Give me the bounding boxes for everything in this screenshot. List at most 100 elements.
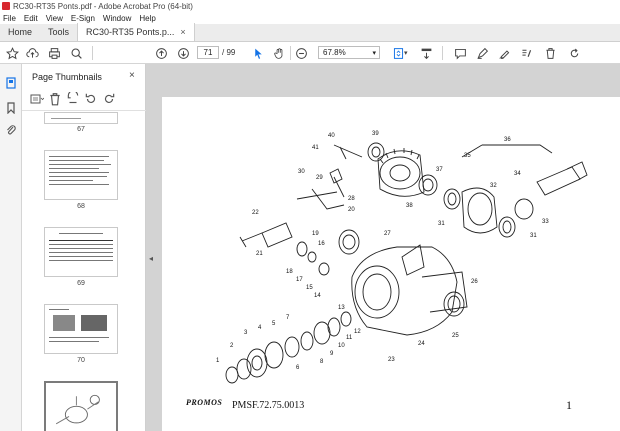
stamp-icon[interactable] — [520, 46, 533, 60]
scroll-mode-icon[interactable] — [420, 46, 433, 60]
acrobat-app-icon — [2, 2, 10, 10]
insert-page-icon[interactable] — [66, 92, 80, 105]
toolbar-separator — [92, 46, 93, 60]
callout-label: 15 — [306, 285, 313, 291]
callout-label: 32 — [490, 183, 497, 189]
callout-label: 40 — [328, 133, 335, 139]
callout-label: 17 — [296, 277, 303, 283]
hand-tool-icon[interactable] — [273, 46, 286, 60]
callout-label: 12 — [354, 329, 361, 335]
page-thumbnail-69[interactable] — [44, 227, 118, 277]
attachments-paperclip-icon[interactable] — [5, 124, 17, 136]
callout-label: 39 — [372, 131, 379, 137]
callout-label: 21 — [256, 251, 263, 257]
callout-label: 4 — [258, 325, 262, 331]
page-thumbnail-70[interactable] — [44, 304, 118, 354]
page-thumbnail-71-selected[interactable] — [44, 381, 118, 431]
thumbnail-tools — [30, 92, 120, 106]
panel-divider — [22, 110, 146, 111]
page-number-input[interactable]: 71 — [197, 46, 219, 59]
chevron-down-icon: ▾ — [372, 49, 376, 57]
callout-label: 10 — [338, 343, 345, 349]
callout-label: 22 — [252, 210, 259, 216]
menu-view[interactable]: View — [46, 14, 63, 23]
callout-label: 41 — [312, 145, 319, 151]
page-number-print: 1 — [566, 398, 572, 412]
rotate-icon[interactable] — [568, 46, 581, 60]
zoom-level-select[interactable]: 67.8% ▾ — [318, 46, 380, 59]
thumbnail-image — [53, 315, 75, 331]
callout-label: 2 — [230, 343, 234, 349]
comment-icon[interactable] — [454, 46, 467, 60]
callout-label: 30 — [298, 169, 305, 175]
callout-label: 9 — [330, 351, 334, 357]
menu-window[interactable]: Window — [103, 14, 131, 23]
callout-label: 20 — [348, 207, 355, 213]
delete-trash-icon[interactable] — [544, 46, 557, 60]
navigation-pane-strip — [0, 64, 22, 431]
tab-tools[interactable]: Tools — [40, 23, 77, 41]
tab-document-label: RC30-RT35 Ponts.p... — [86, 27, 175, 37]
delete-page-trash-icon[interactable] — [48, 93, 62, 106]
callout-label: 16 — [318, 241, 325, 247]
callout-label: 25 — [452, 333, 459, 339]
collapse-panel-arrow-icon[interactable]: ◂ — [149, 254, 153, 263]
page-thumbnail-67[interactable] — [44, 112, 118, 124]
thumbnail-label: 68 — [77, 203, 85, 210]
menu-esign[interactable]: E-Sign — [71, 14, 95, 23]
document-code: PMSF.72.75.0013 — [232, 400, 305, 411]
zoom-out-icon[interactable] — [295, 46, 308, 60]
select-cursor-icon[interactable] — [252, 46, 265, 60]
callout-label: 1 — [216, 358, 220, 364]
menu-edit[interactable]: Edit — [24, 14, 38, 23]
upload-cloud-icon[interactable] — [26, 46, 39, 60]
callout-label: 13 — [338, 305, 345, 311]
tab-home[interactable]: Home — [0, 23, 40, 41]
tab-document[interactable]: RC30-RT35 Ponts.p... × — [77, 23, 195, 41]
callout-label: 37 — [436, 167, 443, 173]
callout-label: 14 — [314, 293, 321, 299]
callout-label: 31 — [438, 221, 445, 227]
highlight-pen-icon[interactable] — [476, 46, 489, 60]
chevron-down-icon[interactable]: ▾ — [404, 46, 408, 60]
thumbnail-label: 67 — [77, 126, 85, 133]
close-panel-icon[interactable]: × — [129, 70, 135, 81]
callout-label: 3 — [244, 330, 248, 336]
callout-label: 27 — [384, 231, 391, 237]
next-page-icon[interactable] — [177, 46, 190, 60]
toolbar-separator — [442, 46, 443, 60]
search-icon[interactable] — [70, 46, 83, 60]
callout-label: 34 — [514, 171, 521, 177]
main-toolbar: 71 / 99 67.8% ▾ ▾ — [0, 42, 620, 64]
thumbnail-label: 69 — [77, 280, 85, 287]
callout-label: 28 — [348, 196, 355, 202]
menu-help[interactable]: Help — [139, 14, 155, 23]
page-thumbnail-68[interactable] — [44, 150, 118, 200]
tab-bar: Home Tools RC30-RT35 Ponts.p... × — [0, 23, 620, 42]
bookmark-star-icon[interactable] — [6, 46, 19, 60]
previous-page-icon[interactable] — [155, 46, 168, 60]
promos-logo: PROMOS — [186, 398, 223, 407]
print-icon[interactable] — [48, 46, 61, 60]
sign-pen-icon[interactable] — [498, 46, 511, 60]
bookmarks-icon[interactable] — [5, 102, 17, 115]
callout-label: 7 — [286, 315, 290, 321]
close-tab-icon[interactable]: × — [180, 27, 185, 37]
callout-label: 6 — [296, 365, 300, 371]
page-thumbnails-panel: Page Thumbnails × 67 68 69 70 — [22, 64, 163, 431]
callout-label: 36 — [504, 137, 511, 143]
thumbnail-options-menu-icon[interactable] — [30, 93, 44, 105]
page-total: / 99 — [222, 48, 236, 57]
window-title: RC30-RT35 Ponts.pdf - Adobe Acrobat Pro … — [13, 1, 193, 11]
callout-label: 5 — [272, 321, 276, 327]
callout-label: 35 — [464, 153, 471, 159]
menu-file[interactable]: File — [3, 14, 16, 23]
rotate-counterclockwise-icon[interactable] — [84, 93, 98, 105]
rotate-clockwise-icon[interactable] — [102, 93, 116, 105]
callout-label: 29 — [316, 175, 323, 181]
thumbnail-exploded-view — [55, 394, 100, 425]
page-thumbnails-icon[interactable] — [5, 77, 17, 89]
callout-label: 33 — [542, 219, 549, 225]
toolbar-separator — [290, 46, 291, 60]
zoom-value: 67.8% — [323, 48, 346, 57]
